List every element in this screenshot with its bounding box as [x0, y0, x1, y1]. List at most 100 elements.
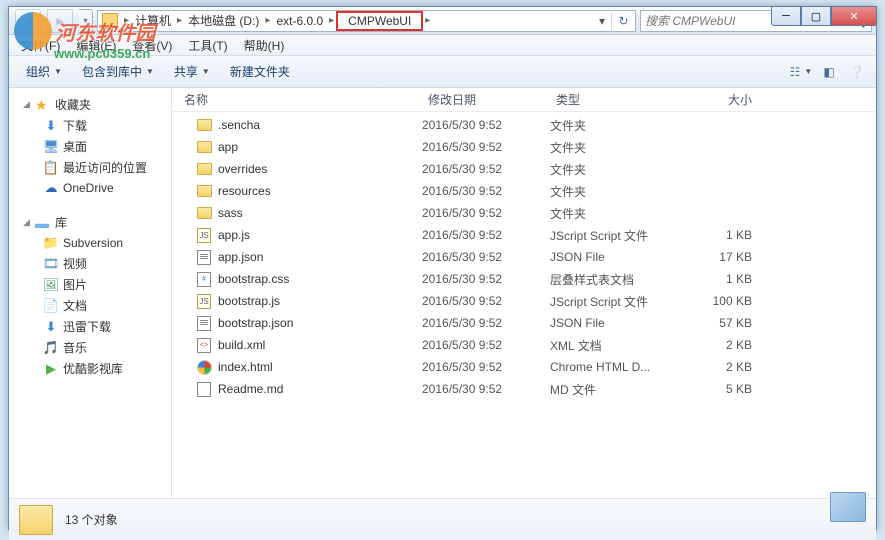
sidebar-favorites-header[interactable]: ◢ ★ 收藏夹	[9, 94, 171, 115]
nav-forward-button[interactable]: ►	[47, 9, 73, 33]
file-row[interactable]: <>build.xml2016/5/30 9:52XML 文档2 KB	[172, 334, 876, 356]
chevron-right-icon[interactable]: ▸	[122, 15, 131, 26]
sidebar-item-label: 最近访问的位置	[63, 159, 147, 176]
sidebar-item-library[interactable]: ▶优酷影视库	[9, 358, 171, 379]
sidebar-item-label: 下载	[63, 117, 87, 134]
status-bar: 13 个对象	[9, 498, 876, 540]
sidebar-item-label: OneDrive	[63, 181, 114, 195]
menu-view[interactable]: 查看(V)	[124, 35, 180, 56]
refresh-button[interactable]: ↻	[611, 10, 635, 32]
file-size: 2 KB	[678, 338, 758, 352]
collapse-icon: ◢	[23, 217, 33, 228]
preview-pane-button[interactable]: ◧	[818, 61, 840, 83]
column-type[interactable]: 类型	[550, 88, 678, 111]
column-size[interactable]: 大小	[678, 88, 758, 111]
share-button[interactable]: 共享▼	[165, 59, 219, 84]
sidebar-item-icon: 🎞	[43, 256, 59, 272]
file-name: overrides	[218, 162, 267, 176]
sidebar-item-favorite[interactable]: 🖥桌面	[9, 136, 171, 157]
file-name: app	[218, 140, 238, 154]
sidebar-item-library[interactable]: 📁Subversion	[9, 233, 171, 253]
file-type: XML 文档	[550, 337, 678, 354]
sidebar-item-favorite[interactable]: ☁ OneDrive	[9, 178, 171, 198]
file-row[interactable]: overrides2016/5/30 9:52文件夹	[172, 158, 876, 180]
refresh-icon: ↻	[618, 14, 628, 28]
chevron-right-icon[interactable]: ▸	[327, 15, 336, 26]
file-type: 文件夹	[550, 161, 678, 178]
view-options-button[interactable]: ☷▼	[790, 61, 812, 83]
menu-edit[interactable]: 编辑(E)	[68, 35, 124, 56]
file-row[interactable]: index.html2016/5/30 9:52Chrome HTML D...…	[172, 356, 876, 378]
arrow-left-icon: ◄	[22, 14, 34, 28]
menu-file[interactable]: 文件(F)	[13, 35, 68, 56]
sidebar-item-favorite[interactable]: ⬇下载	[9, 115, 171, 136]
organize-button[interactable]: 组织▼	[17, 59, 71, 84]
sidebar-item-library[interactable]: ⬇迅雷下载	[9, 316, 171, 337]
new-folder-button[interactable]: 新建文件夹	[221, 59, 299, 84]
sidebar-favorites-group: ◢ ★ 收藏夹 ⬇下载🖥桌面📋最近访问的位置 ☁ OneDrive	[9, 94, 171, 198]
sidebar-item-library[interactable]: 🎵音乐	[9, 337, 171, 358]
file-size: 5 KB	[678, 382, 758, 396]
file-row[interactable]: JSapp.js2016/5/30 9:52JScript Script 文件1…	[172, 224, 876, 246]
include-library-button[interactable]: 包含到库中▼	[73, 59, 163, 84]
file-type: JSON File	[550, 250, 678, 264]
file-row[interactable]: #bootstrap.css2016/5/30 9:52层叠样式表文档1 KB	[172, 268, 876, 290]
menu-tools[interactable]: 工具(T)	[180, 35, 235, 56]
sidebar-item-library[interactable]: 📄文档	[9, 295, 171, 316]
nav-back-button[interactable]: ◄	[15, 9, 41, 33]
breadcrumb-current[interactable]: CMPWebUI	[336, 11, 423, 31]
close-button[interactable]: ✕	[831, 6, 877, 26]
sidebar-item-library[interactable]: 🖼图片	[9, 274, 171, 295]
help-button[interactable]: ❔	[846, 61, 868, 83]
menu-help[interactable]: 帮助(H)	[236, 35, 293, 56]
file-row[interactable]: app.json2016/5/30 9:52JSON File17 KB	[172, 246, 876, 268]
status-item-count: 13 个对象	[65, 511, 118, 528]
file-list: .sencha2016/5/30 9:52文件夹 app 2016/5/30 9:5…	[172, 112, 876, 498]
file-type-icon	[196, 139, 212, 155]
maximize-button[interactable]: ▢	[801, 6, 831, 26]
file-name: bootstrap.css	[218, 272, 289, 286]
file-type-icon	[196, 183, 212, 199]
sidebar-item-library[interactable]: 🎞视频	[9, 253, 171, 274]
toolbar: 组织▼ 包含到库中▼ 共享▼ 新建文件夹 ☷▼ ◧ ❔	[9, 56, 876, 88]
chevron-right-icon[interactable]: ▸	[263, 15, 272, 26]
sidebar-item-icon: 🖼	[43, 277, 59, 293]
file-date: 2016/5/30 9:52	[422, 140, 550, 154]
breadcrumb-drive[interactable]: 本地磁盘 (D:)	[184, 11, 263, 31]
sidebar-item-icon: 📄	[43, 298, 59, 314]
breadcrumb-folder-1[interactable]: ext-6.0.0	[272, 11, 327, 31]
file-row[interactable]: Readme.md2016/5/30 9:52MD 文件5 KB	[172, 378, 876, 400]
file-row[interactable]: JSbootstrap.js2016/5/30 9:52JScript Scri…	[172, 290, 876, 312]
address-bar[interactable]: ▸ 计算机 ▸ 本地磁盘 (D:) ▸ ext-6.0.0 ▸ CMPWebUI…	[97, 10, 636, 32]
file-row[interactable]: .sencha2016/5/30 9:52文件夹	[172, 114, 876, 136]
file-type-icon	[196, 205, 212, 221]
sidebar-libraries-header[interactable]: ◢ ▬ 库	[9, 212, 171, 233]
column-date[interactable]: 修改日期	[422, 88, 550, 111]
chevron-right-icon[interactable]: ▸	[423, 15, 432, 26]
file-name: sass	[218, 206, 243, 220]
file-row[interactable]: resources2016/5/30 9:52文件夹	[172, 180, 876, 202]
breadcrumb-computer[interactable]: 计算机	[131, 11, 175, 31]
file-type: 文件夹	[550, 139, 678, 156]
file-date: 2016/5/30 9:52	[422, 206, 550, 220]
minimize-button[interactable]: ─	[771, 6, 801, 26]
folder-icon	[102, 13, 118, 29]
sidebar-item-icon: ☁	[43, 180, 59, 196]
column-name[interactable]: 名称	[172, 88, 422, 111]
file-type-icon	[196, 381, 212, 397]
file-row[interactable]: app 2016/5/30 9:52文件夹	[172, 136, 876, 158]
file-row[interactable]: sass2016/5/30 9:52文件夹	[172, 202, 876, 224]
chevron-down-icon: ▼	[146, 67, 154, 76]
file-row[interactable]: bootstrap.json2016/5/30 9:52JSON File57 …	[172, 312, 876, 334]
file-type: 文件夹	[550, 117, 678, 134]
file-name: bootstrap.js	[218, 294, 280, 308]
file-name: app.json	[218, 250, 263, 264]
chevron-right-icon[interactable]: ▸	[175, 15, 184, 26]
sidebar-item-icon: ▶	[43, 361, 59, 377]
nav-history-dropdown[interactable]: ▾	[79, 9, 93, 33]
sidebar-item-favorite[interactable]: 📋最近访问的位置	[9, 157, 171, 178]
column-headers: 名称 修改日期 类型 大小	[172, 88, 876, 112]
address-dropdown[interactable]: ▾	[593, 14, 611, 28]
file-date: 2016/5/30 9:52	[422, 250, 550, 264]
file-list-pane: 名称 修改日期 类型 大小 .sencha2016/5/30 9:52文件夹ap…	[172, 88, 876, 498]
